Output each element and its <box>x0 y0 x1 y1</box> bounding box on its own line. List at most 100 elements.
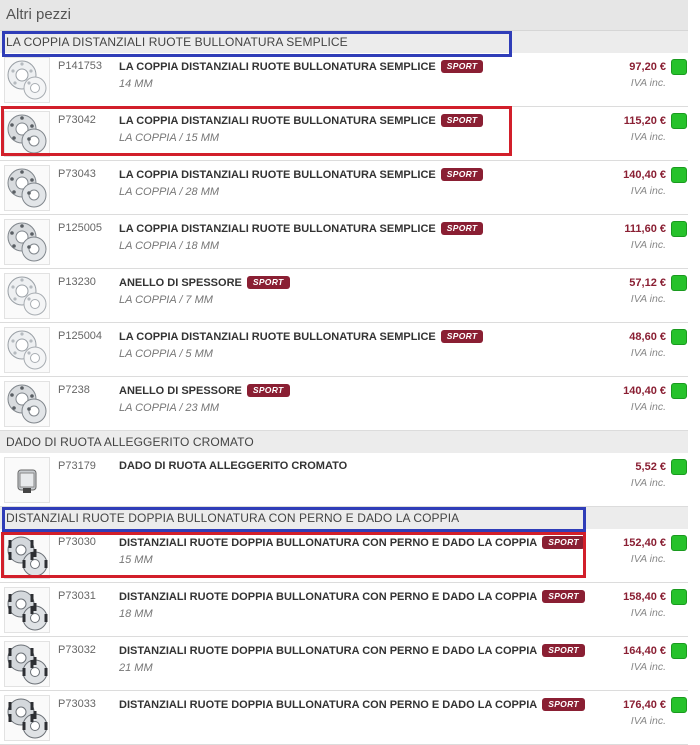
sport-badge: SPORT <box>440 168 484 181</box>
stock-indicator-icon <box>671 167 687 183</box>
other-parts-panel: Altri pezzi LA COPPIA DISTANZIALI RUOTE … <box>0 0 688 745</box>
vat-note: IVA inc. <box>630 715 666 727</box>
product-title[interactable]: ANELLO DI SPESSORE <box>119 277 242 289</box>
stock-indicator-icon <box>671 589 687 605</box>
product-title[interactable]: DISTANZIALI RUOTE DOPPIA BULLONATURA CON… <box>119 699 537 711</box>
product-row[interactable]: P73031 DISTANZIALI RUOTE DOPPIA BULLONATU… <box>0 583 688 637</box>
product-title[interactable]: DISTANZIALI RUOTE DOPPIA BULLONATURA CON… <box>119 645 537 657</box>
product-row[interactable]: P125005 LA COPPIA DISTANZIALI RUOTE BULLO… <box>0 215 688 269</box>
stock-indicator-icon <box>671 113 687 129</box>
product-title[interactable]: DISTANZIALI RUOTE DOPPIA BULLONATURA CON… <box>119 591 537 603</box>
sport-badge: SPORT <box>542 698 585 711</box>
product-subtitle: 21 MM <box>119 662 153 674</box>
product-thumbnail[interactable] <box>4 219 50 265</box>
product-subtitle: LA COPPIA / 18 MM <box>119 240 220 252</box>
product-title-wrap[interactable]: DISTANZIALI RUOTE DOPPIA BULLONATURA CON… <box>119 644 585 657</box>
product-subtitle: LA COPPIA / 15 MM <box>119 132 220 144</box>
product-thumbnail[interactable] <box>4 381 50 427</box>
product-thumbnail[interactable] <box>4 327 50 373</box>
product-title[interactable]: ANELLO DI SPESSORE <box>119 385 242 397</box>
product-title-wrap[interactable]: ANELLO DI SPESSORE SPORT <box>119 276 290 289</box>
section-header: DISTANZIALI RUOTE DOPPIA BULLONATURA CON… <box>0 507 688 529</box>
product-title[interactable]: LA COPPIA DISTANZIALI RUOTE BULLONATURA … <box>119 61 436 73</box>
product-thumbnail[interactable] <box>4 587 50 633</box>
section-header: LA COPPIA DISTANZIALI RUOTE BULLONATURA … <box>0 31 688 53</box>
product-thumbnail[interactable] <box>4 641 50 687</box>
sport-badge: SPORT <box>542 590 585 603</box>
product-title-wrap[interactable]: DISTANZIALI RUOTE DOPPIA BULLONATURA CON… <box>119 536 585 549</box>
product-title[interactable]: LA COPPIA DISTANZIALI RUOTE BULLONATURA … <box>119 169 436 181</box>
product-code: P13230 <box>58 276 96 288</box>
wheel-nut-icon <box>17 469 37 493</box>
vat-note: IVA inc. <box>630 185 666 197</box>
vat-note: IVA inc. <box>630 347 666 359</box>
product-thumbnail[interactable] <box>4 457 50 503</box>
sport-badge: SPORT <box>542 536 585 549</box>
wheel-spacer-icon <box>7 114 47 154</box>
stock-indicator-icon <box>671 535 687 551</box>
product-row[interactable]: P125004 LA COPPIA DISTANZIALI RUOTE BULLO… <box>0 323 688 377</box>
product-title-wrap[interactable]: LA COPPIA DISTANZIALI RUOTE BULLONATURA … <box>119 168 484 181</box>
product-title-wrap[interactable]: DISTANZIALI RUOTE DOPPIA BULLONATURA CON… <box>119 698 585 711</box>
sport-badge: SPORT <box>246 384 290 397</box>
product-title-wrap[interactable]: DISTANZIALI RUOTE DOPPIA BULLONATURA CON… <box>119 590 585 603</box>
product-row[interactable]: P73030 DISTANZIALI RUOTE DOPPIA BULLONATU… <box>0 529 688 583</box>
product-row[interactable]: P73032 DISTANZIALI RUOTE DOPPIA BULLONATU… <box>0 637 688 691</box>
vat-note: IVA inc. <box>630 477 666 489</box>
product-title[interactable]: DISTANZIALI RUOTE DOPPIA BULLONATURA CON… <box>119 537 537 549</box>
product-thumbnail[interactable] <box>4 695 50 741</box>
wheel-spacer-thin-icon <box>7 60 47 100</box>
product-price: 140,40 € <box>623 385 666 397</box>
product-row[interactable]: P73042 LA COPPIA DISTANZIALI RUOTE BULLON… <box>0 107 688 161</box>
product-price: 57,12 € <box>629 277 666 289</box>
stock-indicator-icon <box>671 221 687 237</box>
product-title-wrap[interactable]: LA COPPIA DISTANZIALI RUOTE BULLONATURA … <box>119 114 484 127</box>
vat-note: IVA inc. <box>630 131 666 143</box>
product-title-wrap[interactable]: LA COPPIA DISTANZIALI RUOTE BULLONATURA … <box>119 60 484 73</box>
product-subtitle: 15 MM <box>119 554 153 566</box>
sport-badge: SPORT <box>440 330 484 343</box>
product-row[interactable]: P13230 ANELLO DI SPESSORE SPORT LA COPPIA /… <box>0 269 688 323</box>
vat-note: IVA inc. <box>630 661 666 673</box>
parts-list: LA COPPIA DISTANZIALI RUOTE BULLONATURA … <box>0 31 688 745</box>
product-code: P73043 <box>58 168 96 180</box>
product-subtitle: 18 MM <box>119 608 153 620</box>
bolted-spacer-icon <box>7 590 48 631</box>
product-title-wrap[interactable]: DADO DI RUOTA ALLEGGERITO CROMATO <box>119 460 347 472</box>
product-subtitle: LA COPPIA / 28 MM <box>119 186 220 198</box>
product-code: P73031 <box>58 590 96 602</box>
product-price: 48,60 € <box>629 331 666 343</box>
product-title[interactable]: LA COPPIA DISTANZIALI RUOTE BULLONATURA … <box>119 115 436 127</box>
product-thumbnail[interactable] <box>4 273 50 319</box>
product-code: P73033 <box>58 698 96 710</box>
product-code: P73179 <box>58 460 96 472</box>
product-row[interactable]: P73179 DADO DI RUOTA ALLEGGERITO CROMATO 5… <box>0 453 688 507</box>
product-title[interactable]: DADO DI RUOTA ALLEGGERITO CROMATO <box>119 460 347 472</box>
product-row[interactable]: P7238 ANELLO DI SPESSORE SPORT LA COPPIA / … <box>0 377 688 431</box>
product-code: P141753 <box>58 60 103 72</box>
product-price: 111,60 € <box>624 223 666 235</box>
vat-note: IVA inc. <box>630 607 666 619</box>
product-code: P73032 <box>58 644 96 656</box>
product-thumbnail[interactable] <box>4 57 50 103</box>
product-thumbnail[interactable] <box>4 533 50 579</box>
spacer-ring-icon <box>7 330 47 370</box>
product-title[interactable]: LA COPPIA DISTANZIALI RUOTE BULLONATURA … <box>119 331 436 343</box>
product-subtitle: LA COPPIA / 7 MM <box>119 294 213 306</box>
product-title-wrap[interactable]: ANELLO DI SPESSORE SPORT <box>119 384 290 397</box>
product-row[interactable]: P73033 DISTANZIALI RUOTE DOPPIA BULLONATU… <box>0 691 688 745</box>
product-thumbnail[interactable] <box>4 111 50 157</box>
product-thumbnail[interactable] <box>4 165 50 211</box>
stock-indicator-icon <box>671 643 687 659</box>
wheel-spacer-icon <box>7 384 47 424</box>
product-subtitle: LA COPPIA / 5 MM <box>119 348 213 360</box>
product-title-wrap[interactable]: LA COPPIA DISTANZIALI RUOTE BULLONATURA … <box>119 222 484 235</box>
product-price: 152,40 € <box>623 537 666 549</box>
product-row[interactable]: P141753 LA COPPIA DISTANZIALI RUOTE BULLO… <box>0 53 688 107</box>
product-code: P73030 <box>58 536 96 548</box>
product-title-wrap[interactable]: LA COPPIA DISTANZIALI RUOTE BULLONATURA … <box>119 330 484 343</box>
product-row[interactable]: P73043 LA COPPIA DISTANZIALI RUOTE BULLON… <box>0 161 688 215</box>
wheel-spacer-icon <box>7 168 47 208</box>
sport-badge: SPORT <box>246 276 290 289</box>
product-title[interactable]: LA COPPIA DISTANZIALI RUOTE BULLONATURA … <box>119 223 436 235</box>
